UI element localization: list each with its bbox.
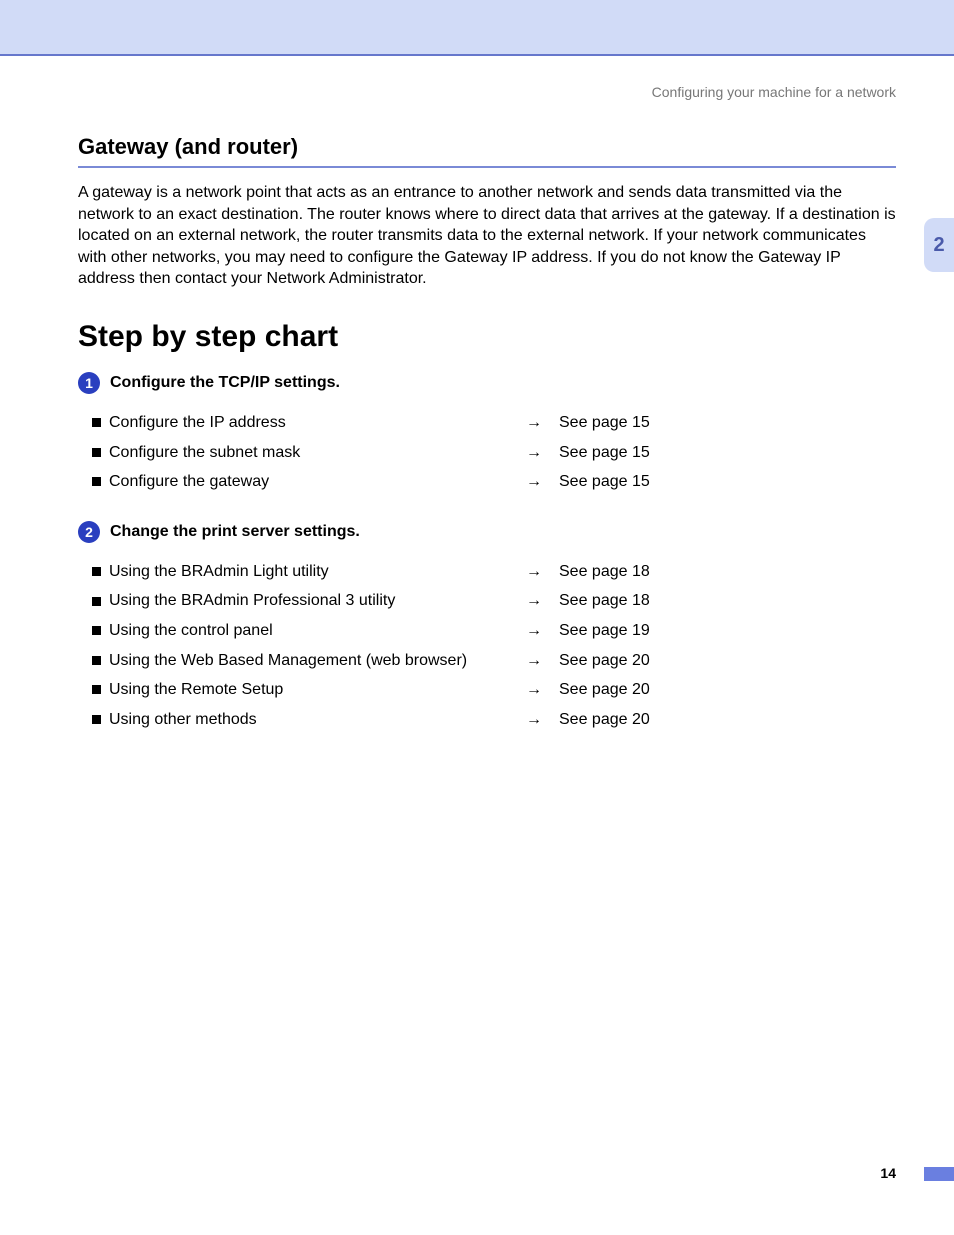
- arrow-icon: →: [509, 438, 559, 468]
- arrow-icon: →: [509, 467, 559, 497]
- step-number-badge: 1: [78, 372, 100, 394]
- list-item: Using the Remote Setup → See page 20: [92, 675, 896, 705]
- page-ref[interactable]: See page 15: [559, 467, 650, 497]
- list-item: Using the BRAdmin Professional 3 utility…: [92, 586, 896, 616]
- step-heading-1: 1 Configure the TCP/IP settings.: [78, 372, 896, 394]
- running-header: Configuring your machine for a network: [652, 84, 896, 100]
- chapter-tab: 2: [924, 218, 954, 272]
- list-item: Using the Web Based Management (web brow…: [92, 646, 896, 676]
- page-ref[interactable]: See page 15: [559, 408, 650, 438]
- bullet-icon: [92, 567, 101, 576]
- page-ref[interactable]: See page 20: [559, 705, 650, 735]
- list-item-desc: Using the control panel: [109, 616, 509, 646]
- list-item: Configure the gateway → See page 15: [92, 467, 896, 497]
- page-ref[interactable]: See page 18: [559, 586, 650, 616]
- section-title: Gateway (and router): [78, 134, 896, 168]
- arrow-icon: →: [509, 675, 559, 705]
- list-item-desc: Configure the IP address: [109, 408, 509, 438]
- list-item: Configure the subnet mask → See page 15: [92, 438, 896, 468]
- content: Gateway (and router) A gateway is a netw…: [78, 134, 896, 758]
- step-1-rows: Configure the IP address → See page 15 C…: [92, 408, 896, 497]
- page-ref[interactable]: See page 19: [559, 616, 650, 646]
- section-body: A gateway is a network point that acts a…: [78, 182, 896, 290]
- list-item: Using the control panel → See page 19: [92, 616, 896, 646]
- list-item-desc: Using the Remote Setup: [109, 675, 509, 705]
- list-item-desc: Configure the gateway: [109, 467, 509, 497]
- bullet-icon: [92, 626, 101, 635]
- list-item: Using other methods → See page 20: [92, 705, 896, 735]
- chart-title: Step by step chart: [78, 320, 896, 354]
- list-item-desc: Using the BRAdmin Professional 3 utility: [109, 586, 509, 616]
- list-item-desc: Using the Web Based Management (web brow…: [109, 646, 509, 676]
- arrow-icon: →: [509, 616, 559, 646]
- bullet-icon: [92, 685, 101, 694]
- list-item-desc: Using other methods: [109, 705, 509, 735]
- bullet-icon: [92, 448, 101, 457]
- list-item: Configure the IP address → See page 15: [92, 408, 896, 438]
- page-ref[interactable]: See page 15: [559, 438, 650, 468]
- list-item-desc: Using the BRAdmin Light utility: [109, 557, 509, 587]
- page-number: 14: [880, 1165, 896, 1181]
- page-ref[interactable]: See page 20: [559, 646, 650, 676]
- bullet-icon: [92, 715, 101, 724]
- arrow-icon: →: [509, 705, 559, 735]
- top-rule: [0, 54, 954, 56]
- bullet-icon: [92, 418, 101, 427]
- step-label: Change the print server settings.: [110, 523, 360, 541]
- top-band: [0, 0, 954, 54]
- arrow-icon: →: [509, 557, 559, 587]
- corner-accent: [924, 1167, 954, 1181]
- step-2-rows: Using the BRAdmin Light utility → See pa…: [92, 557, 896, 735]
- arrow-icon: →: [509, 646, 559, 676]
- step-label: Configure the TCP/IP settings.: [110, 374, 340, 392]
- list-item-desc: Configure the subnet mask: [109, 438, 509, 468]
- step-heading-2: 2 Change the print server settings.: [78, 521, 896, 543]
- list-item: Using the BRAdmin Light utility → See pa…: [92, 557, 896, 587]
- page-ref[interactable]: See page 18: [559, 557, 650, 587]
- bullet-icon: [92, 597, 101, 606]
- page: 2 Configuring your machine for a network…: [0, 0, 954, 1235]
- bullet-icon: [92, 477, 101, 486]
- bullet-icon: [92, 656, 101, 665]
- page-ref[interactable]: See page 20: [559, 675, 650, 705]
- step-number-badge: 2: [78, 521, 100, 543]
- arrow-icon: →: [509, 586, 559, 616]
- arrow-icon: →: [509, 408, 559, 438]
